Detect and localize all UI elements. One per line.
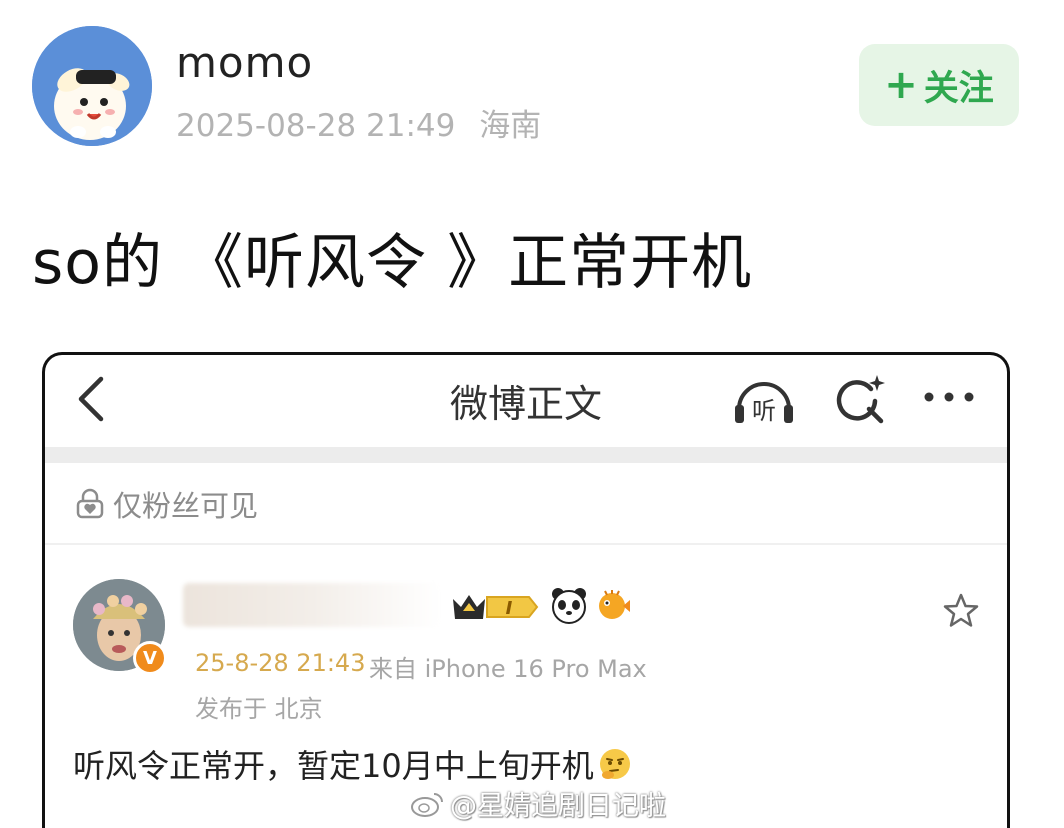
row-divider	[45, 543, 1007, 545]
star-icon[interactable]	[941, 591, 981, 631]
inner-post-text: 听风令正常开，暂定10月中上旬开机	[73, 747, 594, 785]
inner-post-source[interactable]: 来自 iPhone 16 Pro Max	[369, 649, 647, 684]
post-timestamp: 2025-08-28 21:49	[176, 108, 456, 144]
thinking-emoji-icon	[599, 749, 630, 779]
post-location: 海南	[479, 108, 542, 144]
section-divider	[45, 447, 1007, 463]
watermark-text: @星婧追剧日记啦	[450, 791, 666, 822]
avatar-illustration	[32, 26, 152, 146]
post-meta: 2025-08-28 21:49 海南	[176, 100, 541, 145]
vip-level-label: I	[506, 598, 513, 619]
panda-icon	[552, 588, 586, 624]
weibo-logo-icon	[411, 792, 443, 817]
more-dots-icon[interactable]	[919, 377, 979, 417]
crown-vip-icon: I	[453, 595, 539, 619]
listen-icon-label: 听	[752, 397, 776, 425]
post-body-text: so的 《听风令 》正常开机	[32, 228, 753, 298]
follow-button[interactable]: + 关注	[859, 44, 1019, 126]
follow-label: 关注	[923, 68, 994, 109]
verified-badge: V	[133, 641, 167, 675]
author-avatar[interactable]	[32, 26, 152, 146]
listen-headphones-icon[interactable]: 听	[731, 369, 797, 431]
inner-post-time: 25-8-28 21:43	[195, 649, 366, 677]
lock-heart-icon	[76, 488, 104, 519]
inner-post-text-row: 听风令正常开，暂定10月中上旬开机	[73, 741, 632, 787]
plus-icon: +	[884, 62, 918, 108]
screenshot-nav-bar: 微博正文 听	[45, 355, 1007, 443]
author-name[interactable]: momo	[176, 38, 313, 87]
visibility-label: 仅粉丝可见	[113, 489, 259, 523]
inner-post-location: 发布于 北京	[195, 695, 323, 723]
watermark: @星婧追剧日记啦	[410, 784, 666, 823]
embedded-screenshot[interactable]: 微博正文 听 仅粉丝可见 V I 25-8-28 21:43 来自 iPhone…	[42, 352, 1010, 828]
search-sparkle-icon[interactable]	[831, 371, 887, 427]
blurred-username[interactable]	[183, 583, 441, 627]
pufferfish-icon	[599, 590, 630, 619]
visibility-row: 仅粉丝可见	[73, 483, 258, 525]
